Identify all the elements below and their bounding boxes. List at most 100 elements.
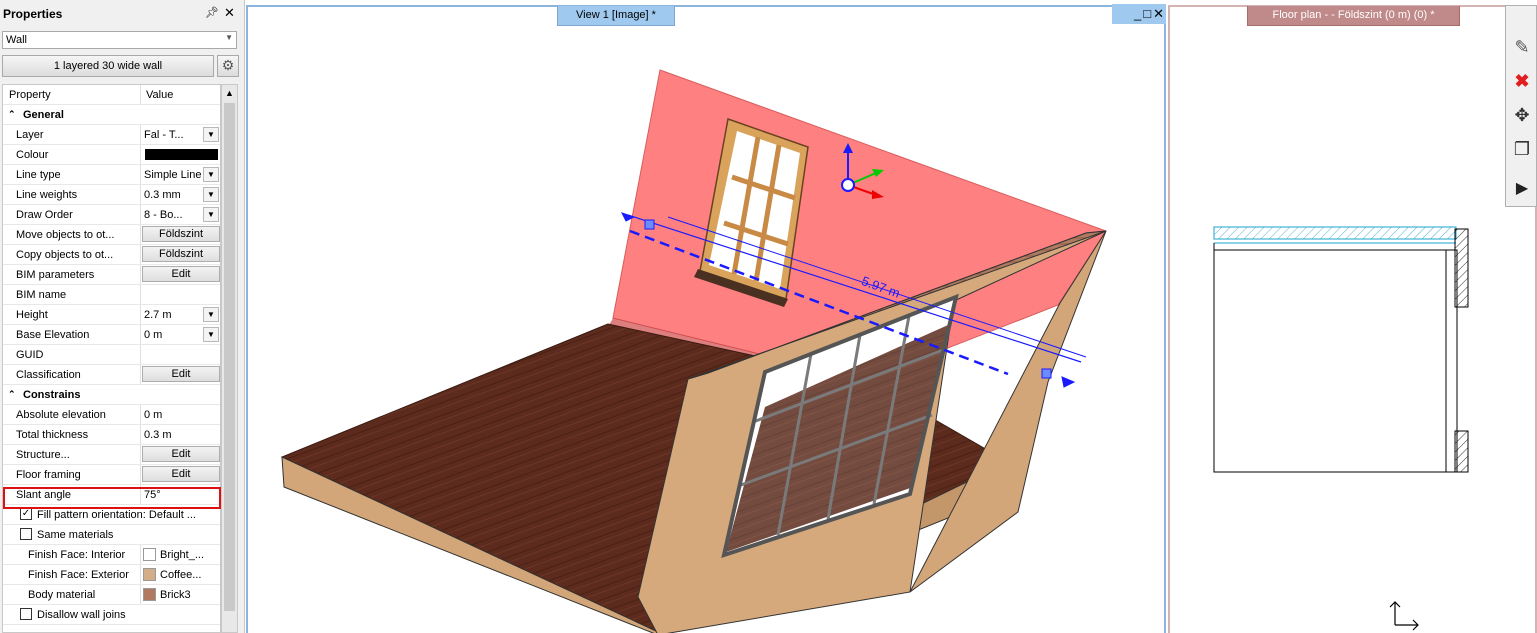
property-row[interactable]: Same materials — [3, 525, 220, 545]
pencil-icon[interactable]: ✎ — [1511, 36, 1533, 58]
property-value[interactable]: Brick3 — [140, 585, 220, 604]
property-value[interactable]: 0 m ▼ — [140, 325, 220, 344]
scroll-thumb[interactable] — [224, 103, 235, 611]
expand-arrow-icon[interactable]: ▶ — [1511, 178, 1533, 200]
scene-3d: 5.97 m — [280, 69, 1107, 633]
chevron-down-icon[interactable]: ▼ — [203, 207, 219, 222]
property-row: Colour — [3, 145, 220, 165]
property-value[interactable]: Bright_... — [140, 545, 220, 564]
property-row: Layer Fal - T... ▼ — [3, 125, 220, 145]
property-value[interactable]: 0 m — [140, 405, 220, 424]
property-row: Classification Edit — [3, 365, 220, 385]
object-toolbar: ✎ ✖ ✥ ❐ ▶ — [1505, 5, 1537, 207]
property-label: Floor framing — [16, 469, 81, 481]
slant-angle-highlight — [3, 487, 221, 509]
category-row[interactable]: ⌃ Constrains — [3, 385, 220, 405]
checkbox[interactable] — [20, 528, 32, 540]
property-row: Line weights 0.3 mm ▼ — [3, 185, 220, 205]
property-value[interactable]: Edit — [140, 365, 220, 384]
move-icon[interactable]: ✥ — [1511, 104, 1533, 126]
property-value[interactable]: 0.3 m — [140, 425, 220, 444]
checkbox[interactable]: ✓ — [20, 508, 32, 520]
property-value[interactable]: Fal - T... ▼ — [140, 125, 220, 144]
value-button[interactable]: Edit — [142, 266, 220, 282]
collapse-icon[interactable]: ⌃ — [8, 109, 16, 120]
value-text: 0.3 mm — [144, 189, 181, 201]
property-value[interactable]: Edit — [140, 445, 220, 464]
object-type-value: Wall — [6, 34, 27, 46]
property-value[interactable]: 0.3 mm ▼ — [140, 185, 220, 204]
property-label: GUID — [16, 349, 44, 361]
color-swatch[interactable] — [145, 149, 218, 160]
property-label: Base Elevation — [16, 329, 90, 341]
property-value[interactable]: Simple Line ▼ — [140, 165, 220, 184]
property-value[interactable]: Edit — [140, 265, 220, 284]
property-label: Copy objects to ot... — [16, 249, 114, 261]
collapse-icon[interactable]: ⌃ — [8, 389, 16, 400]
property-label: Absolute elevation — [16, 409, 106, 421]
property-row: Line type Simple Line ▼ — [3, 165, 220, 185]
property-row[interactable]: Disallow wall joins — [3, 605, 220, 625]
property-value[interactable] — [140, 285, 220, 304]
property-row: Draw Order 8 - Bo... ▼ — [3, 205, 220, 225]
property-label: Colour — [16, 149, 49, 161]
maximize-icon[interactable]: □ — [1143, 6, 1153, 21]
property-label: Finish Face: Exterior — [28, 569, 129, 581]
property-row: Finish Face: Interior Bright_... — [3, 545, 220, 565]
property-value[interactable]: Coffee... — [140, 565, 220, 584]
property-row: Copy objects to ot... Földszint — [3, 245, 220, 265]
floor-plan-view[interactable] — [1168, 5, 1537, 633]
grid-header: Property Value — [3, 85, 220, 105]
scrollbar[interactable]: ▲ — [221, 84, 238, 633]
property-label: BIM name — [16, 289, 67, 301]
minimize-icon[interactable]: _ — [1134, 6, 1143, 21]
value-text: 0.3 m — [144, 429, 172, 441]
chevron-down-icon[interactable]: ▼ — [203, 167, 219, 182]
checkbox-label: Disallow wall joins — [37, 609, 126, 621]
chevron-down-icon[interactable]: ▼ — [203, 127, 219, 142]
property-value[interactable]: 8 - Bo... ▼ — [140, 205, 220, 224]
object-type-select[interactable]: Wall ▼ — [2, 31, 237, 49]
property-label: Line type — [16, 169, 61, 181]
properties-panel: Properties 📌︎ ✕ Wall ▼ 1 layered 30 wide… — [0, 0, 245, 633]
checkbox[interactable] — [20, 608, 32, 620]
property-row: Base Elevation 0 m ▼ — [3, 325, 220, 345]
chevron-down-icon[interactable]: ▼ — [203, 307, 219, 322]
close-view-icon[interactable]: ✕ — [1153, 6, 1166, 21]
tab-view-1[interactable]: View 1 [Image] * — [557, 6, 675, 26]
close-icon[interactable]: ✕ — [224, 5, 235, 21]
property-row: Total thickness 0.3 m — [3, 425, 220, 445]
chevron-down-icon[interactable]: ▼ — [203, 187, 219, 202]
material-swatch — [143, 548, 156, 561]
value-button[interactable]: Edit — [142, 366, 220, 382]
property-value[interactable] — [140, 145, 220, 164]
gear-icon[interactable]: ⚙ — [217, 55, 239, 77]
category-row[interactable]: ⌃ General — [3, 105, 220, 125]
wall-type-button[interactable]: 1 layered 30 wide wall — [2, 55, 214, 77]
property-label: Line weights — [16, 189, 78, 201]
scroll-up-icon[interactable]: ▲ — [222, 85, 237, 101]
property-label: Total thickness — [16, 429, 89, 441]
value-button[interactable]: Edit — [142, 466, 220, 482]
value-button[interactable]: Földszint — [142, 246, 220, 262]
property-value[interactable]: 2.7 m ▼ — [140, 305, 220, 324]
property-value[interactable]: Földszint — [140, 225, 220, 244]
axis-icon — [1389, 601, 1419, 631]
window-controls-buttons[interactable]: _□✕ — [1134, 6, 1166, 22]
value-text: Simple Line — [144, 169, 202, 181]
property-label: Draw Order — [16, 209, 73, 221]
material-swatch — [143, 588, 156, 601]
view-3d[interactable]: 5.97 m — [246, 5, 1166, 633]
property-value[interactable]: Edit — [140, 465, 220, 484]
value-button[interactable]: Edit — [142, 446, 220, 462]
copy-icon[interactable]: ❐ — [1511, 138, 1533, 160]
property-label: Move objects to ot... — [16, 229, 115, 241]
delete-icon[interactable]: ✖ — [1511, 70, 1533, 92]
value-text: 0 m — [144, 329, 163, 341]
property-value[interactable]: Földszint — [140, 245, 220, 264]
value-button[interactable]: Földszint — [142, 226, 220, 242]
property-value[interactable] — [140, 345, 220, 364]
pin-icon[interactable]: 📌︎ — [205, 6, 219, 19]
tab-floor-plan[interactable]: Floor plan - - Földszint (0 m) (0) * — [1247, 6, 1460, 26]
chevron-down-icon[interactable]: ▼ — [203, 327, 219, 342]
